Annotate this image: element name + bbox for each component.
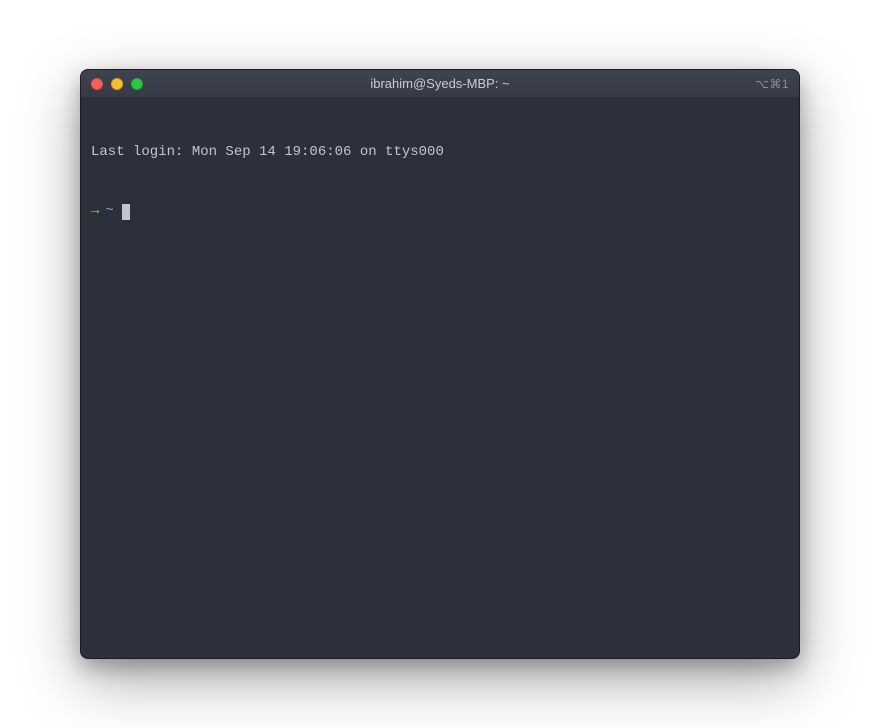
maximize-button[interactable] [131,78,143,90]
close-button[interactable] [91,78,103,90]
last-login-line: Last login: Mon Sep 14 19:06:06 on ttys0… [91,143,789,163]
minimize-button[interactable] [111,78,123,90]
prompt-line: → ~ [91,202,789,222]
traffic-lights [91,78,143,90]
terminal-window: ibrahim@Syeds-MBP: ~ ⌥⌘1 Last login: Mon… [80,69,800,659]
window-title: ibrahim@Syeds-MBP: ~ [81,76,799,91]
prompt-path: ~ [105,202,113,222]
terminal-body[interactable]: Last login: Mon Sep 14 19:06:06 on ttys0… [81,98,799,658]
titlebar[interactable]: ibrahim@Syeds-MBP: ~ ⌥⌘1 [81,70,799,98]
cursor [122,204,130,220]
prompt-arrow-icon: → [91,202,99,222]
shortcut-hint: ⌥⌘1 [755,77,789,91]
